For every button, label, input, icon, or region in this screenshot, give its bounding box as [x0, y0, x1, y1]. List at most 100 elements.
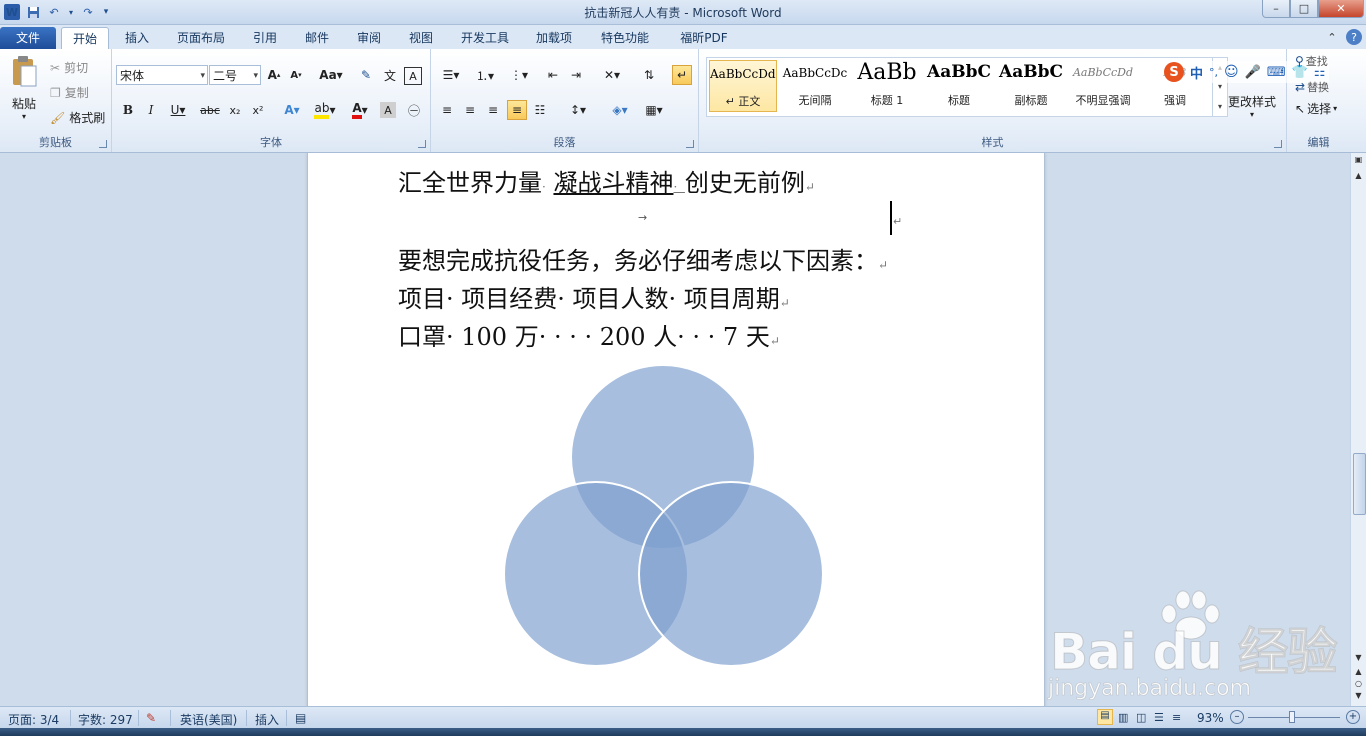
- tab-insert[interactable]: 插入: [117, 27, 157, 49]
- cut-button[interactable]: ✂ 剪切: [50, 59, 88, 76]
- language-indicator[interactable]: 英语(美国): [180, 711, 237, 728]
- font-size-combo[interactable]: 二号 ▾: [209, 65, 261, 85]
- style-no-spacing[interactable]: AaBbCcDc 无间隔: [781, 60, 849, 112]
- copy-button[interactable]: ❐ 复制: [50, 84, 89, 101]
- tab-references[interactable]: 引用: [245, 27, 285, 49]
- minimize-button[interactable]: –: [1262, 0, 1290, 18]
- enclose-characters-icon[interactable]: ㊀: [404, 100, 424, 120]
- tab-file[interactable]: 文件: [0, 27, 56, 49]
- print-layout-view-icon[interactable]: ▤: [1097, 709, 1113, 725]
- scrollbar-thumb[interactable]: [1353, 453, 1366, 515]
- tab-developer[interactable]: 开发工具: [454, 27, 516, 49]
- line-spacing-icon[interactable]: ↕▾: [563, 100, 593, 120]
- style-subtle-emphasis[interactable]: AaBbCcDd 不明显强调: [1069, 60, 1137, 112]
- strikethrough-icon[interactable]: abc: [198, 100, 222, 120]
- microphone-icon[interactable]: 🎤: [1245, 65, 1261, 80]
- bullets-icon[interactable]: ☰▾: [437, 65, 465, 85]
- outline-view-icon[interactable]: ☰: [1154, 711, 1164, 724]
- tab-add-ins[interactable]: 加载项: [528, 27, 580, 49]
- document-line-1[interactable]: 汇全世界力量· 凝战斗精神· 创史无前例↵: [398, 163, 815, 198]
- align-center-icon[interactable]: ≡: [460, 100, 480, 120]
- justify-icon[interactable]: ≡: [507, 100, 527, 120]
- zoom-level[interactable]: 93%: [1197, 711, 1224, 725]
- italic-icon[interactable]: I: [141, 100, 161, 120]
- distributed-icon[interactable]: ☷: [530, 100, 550, 120]
- format-painter-button[interactable]: 🖌 格式刷: [50, 109, 105, 126]
- ime-punctuation[interactable]: °,: [1209, 66, 1218, 79]
- document-line-3[interactable]: 项目· 项目经费· 项目人数· 项目周期↵: [398, 279, 790, 314]
- change-case-icon[interactable]: Aa▾: [317, 65, 345, 85]
- tab-view[interactable]: 视图: [401, 27, 441, 49]
- increase-indent-icon[interactable]: ⇥: [566, 65, 586, 85]
- next-page-icon[interactable]: ▼: [1353, 691, 1364, 700]
- chevron-down-icon[interactable]: ▾: [1218, 82, 1222, 91]
- tab-review[interactable]: 审阅: [349, 27, 389, 49]
- style-subtitle[interactable]: AaBbC 副标题: [997, 60, 1065, 112]
- tab-page-layout[interactable]: 页面布局: [170, 27, 232, 49]
- align-left-icon[interactable]: ≡: [437, 100, 457, 120]
- asian-layout-icon[interactable]: ✕▾: [597, 65, 627, 85]
- reading-layout-view-icon[interactable]: ▥: [1118, 711, 1128, 724]
- highlight-color-icon[interactable]: ab ▾: [310, 100, 340, 120]
- scroll-down-icon[interactable]: ▼: [1353, 653, 1364, 662]
- web-layout-view-icon[interactable]: ◫: [1136, 711, 1146, 724]
- borders-icon[interactable]: ▦▾: [639, 100, 669, 120]
- underline-icon[interactable]: U▾: [164, 100, 192, 120]
- find-button[interactable]: ⚲ 查找: [1295, 53, 1328, 69]
- vertical-scrollbar[interactable]: ▣ ▲ ▼ ▲ ○ ▼: [1350, 153, 1366, 706]
- style-heading-1[interactable]: AaBb 标题 1: [853, 60, 921, 112]
- insert-mode[interactable]: 插入: [255, 711, 279, 728]
- align-right-icon[interactable]: ≡: [483, 100, 503, 120]
- styles-launcher-icon[interactable]: [1274, 140, 1282, 148]
- clipboard-launcher-icon[interactable]: [99, 140, 107, 148]
- paragraph-launcher-icon[interactable]: [686, 140, 694, 148]
- replace-button[interactable]: ⇄ 替换: [1295, 79, 1329, 95]
- shading-icon[interactable]: ◈▾: [605, 100, 635, 120]
- sogou-logo-icon[interactable]: S: [1164, 62, 1184, 82]
- numbering-icon[interactable]: ⒈▾: [471, 65, 499, 85]
- show-hide-marks-icon[interactable]: ↵: [672, 65, 692, 85]
- change-styles-button[interactable]: 更改样式 ▾: [1228, 93, 1276, 119]
- tab-mailings[interactable]: 邮件: [297, 27, 337, 49]
- browse-object-icon[interactable]: ○: [1353, 679, 1364, 688]
- multilevel-list-icon[interactable]: ⋮▾: [505, 65, 533, 85]
- document-page[interactable]: 汇全世界力量· 凝战斗精神· 创史无前例↵ → ↵ 要想完成抗役任务，务必仔细考…: [307, 153, 1045, 706]
- previous-page-icon[interactable]: ▲: [1353, 667, 1364, 676]
- text-effects-icon[interactable]: A▾: [278, 100, 306, 120]
- macro-record-icon[interactable]: ▤: [295, 711, 306, 725]
- bold-icon[interactable]: B: [118, 100, 138, 120]
- zoom-in-icon[interactable]: +: [1346, 710, 1360, 724]
- zoom-out-icon[interactable]: –: [1230, 710, 1244, 724]
- gallery-more-icon[interactable]: ▾: [1218, 102, 1222, 111]
- decrease-indent-icon[interactable]: ⇤: [543, 65, 563, 85]
- venn-diagram[interactable]: [498, 361, 828, 671]
- draft-view-icon[interactable]: ≡: [1172, 711, 1181, 724]
- keyboard-icon[interactable]: ⌨: [1267, 65, 1286, 80]
- clear-formatting-icon[interactable]: ✎: [356, 65, 376, 85]
- select-button[interactable]: ↖ 选择 ▾: [1295, 100, 1337, 117]
- shrink-font-icon[interactable]: A ▾: [286, 65, 306, 85]
- maximize-button[interactable]: □: [1290, 0, 1318, 18]
- phonetic-guide-icon[interactable]: 文: [380, 65, 400, 85]
- grow-font-icon[interactable]: A ▴: [264, 65, 284, 85]
- subscript-icon[interactable]: x₂: [225, 100, 245, 120]
- word-count[interactable]: 字数: 297: [78, 711, 133, 728]
- venn-circle-right[interactable]: [638, 481, 824, 667]
- ruler-toggle-icon[interactable]: ▣: [1353, 155, 1364, 164]
- minimize-ribbon-icon[interactable]: ⌃: [1324, 29, 1340, 45]
- document-line-2[interactable]: 要想完成抗役任务，务必仔细考虑以下因素：↵: [398, 241, 888, 276]
- character-shading-icon[interactable]: A: [380, 102, 396, 118]
- paste-button[interactable]: 粘贴 ▾: [6, 55, 42, 121]
- proofing-icon[interactable]: ✎: [146, 711, 156, 725]
- superscript-icon[interactable]: x²: [248, 100, 268, 120]
- font-name-combo[interactable]: 宋体 ▾: [116, 65, 208, 85]
- document-line-4[interactable]: 口罩· 100 万· · · · 200 人· · · 7 天↵: [398, 317, 780, 352]
- ime-language[interactable]: 中: [1190, 63, 1203, 82]
- tab-special-features[interactable]: 特色功能: [594, 27, 656, 49]
- scroll-up-icon[interactable]: ▲: [1353, 171, 1364, 180]
- page-indicator[interactable]: 页面: 3/4: [8, 711, 59, 728]
- help-icon[interactable]: ?: [1346, 29, 1362, 45]
- tab-home[interactable]: 开始: [61, 27, 109, 50]
- font-color-icon[interactable]: A ▾: [345, 100, 375, 120]
- emoji-icon[interactable]: ☺: [1224, 64, 1239, 80]
